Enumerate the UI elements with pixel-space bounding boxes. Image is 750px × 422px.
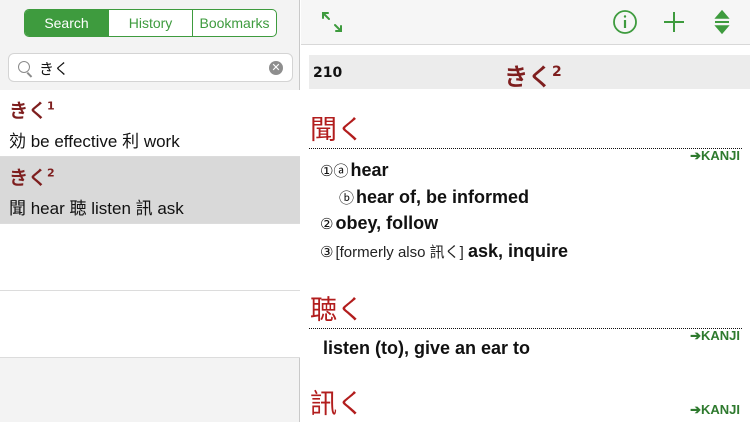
result-headword: きく2 bbox=[9, 166, 55, 189]
up-down-arrows-icon[interactable] bbox=[709, 9, 735, 35]
plus-icon[interactable] bbox=[661, 9, 687, 35]
entry-number: 210 bbox=[313, 65, 343, 81]
sense-block-1: 聞く ➔KANJI bbox=[309, 115, 742, 163]
entry-pane: 210 きく2 聞く ➔KANJI ①ⓐ hear ⓑ hear of, be in… bbox=[301, 0, 750, 422]
empty-row bbox=[0, 224, 300, 291]
definition-line: ⓑ hear of, be informed bbox=[339, 187, 530, 207]
search-field[interactable]: ✕ bbox=[8, 53, 293, 82]
search-icon bbox=[18, 61, 30, 73]
empty-row bbox=[0, 291, 300, 358]
clear-search-icon[interactable]: ✕ bbox=[269, 61, 283, 75]
search-input[interactable] bbox=[39, 57, 264, 79]
sense-kanji: 聴く bbox=[310, 295, 364, 326]
result-headword: きく1 bbox=[9, 99, 55, 122]
entry-toolbar bbox=[301, 0, 750, 45]
sense-kanji: 聞く bbox=[310, 115, 364, 146]
kanji-link-button[interactable]: ➔KANJI bbox=[690, 148, 740, 164]
sense-kanji: 訊く bbox=[310, 389, 364, 420]
result-gloss: 効 be effective 利 work bbox=[9, 132, 180, 152]
kanji-link-button[interactable]: ➔KANJI bbox=[690, 328, 740, 344]
definition-line: ② obey, follow bbox=[320, 213, 439, 233]
definition-line: ③ [formerly also 訊く] ask, inquire bbox=[320, 241, 569, 261]
tab-history[interactable]: History bbox=[108, 10, 192, 36]
result-row-kiku-1[interactable]: きく1 効 be effective 利 work bbox=[0, 90, 300, 157]
kanji-link-button[interactable]: ➔KANJI bbox=[690, 402, 740, 418]
definition-line: listen (to), give an ear to bbox=[323, 338, 531, 358]
result-row-kiku-2[interactable]: きく2 聞 hear 聴 listen 訊 ask bbox=[0, 157, 300, 224]
definition-line: ①ⓐ hear bbox=[320, 160, 389, 180]
sense-block-3: 訊く ➔KANJI bbox=[309, 388, 742, 422]
sense-heading: 聞く ➔KANJI bbox=[309, 115, 742, 163]
tab-bookmarks[interactable]: Bookmarks bbox=[192, 10, 276, 36]
tab-search[interactable]: Search bbox=[25, 10, 108, 36]
entry-reading: きく2 bbox=[504, 63, 562, 91]
sense-heading: 聴く ➔KANJI bbox=[309, 295, 742, 343]
sense-block-2: 聴く ➔KANJI bbox=[309, 295, 742, 343]
expand-arrows-icon[interactable] bbox=[319, 9, 345, 35]
result-gloss: 聞 hear 聴 listen 訊 ask bbox=[9, 199, 184, 219]
results-pane: Search History Bookmarks ✕ きく1 効 be effe… bbox=[0, 0, 300, 422]
sense-heading: 訊く ➔KANJI bbox=[309, 388, 742, 422]
info-circle-icon[interactable] bbox=[612, 9, 638, 35]
mode-segmented-control: Search History Bookmarks bbox=[24, 9, 277, 37]
result-list: きく1 効 be effective 利 work きく2 聞 hear 聴 l… bbox=[0, 90, 300, 358]
entry-header: 210 きく2 bbox=[309, 55, 750, 91]
